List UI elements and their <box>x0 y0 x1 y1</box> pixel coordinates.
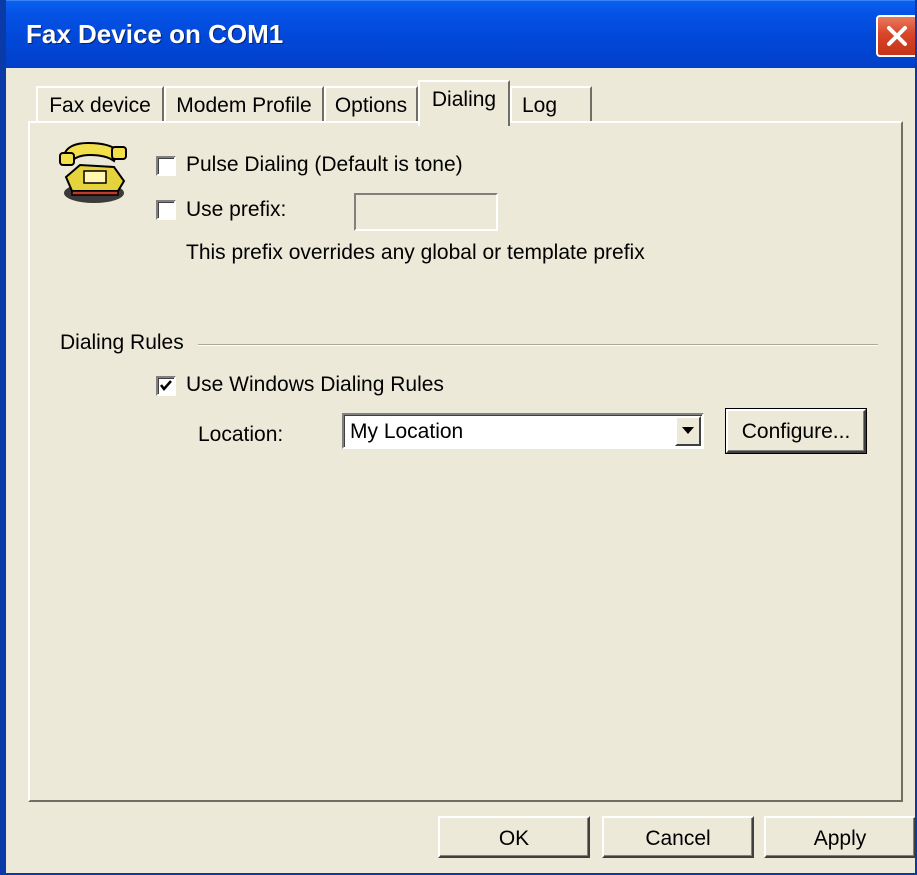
tab-fax-device[interactable]: Fax device <box>36 86 164 122</box>
pulse-dialing-checkbox[interactable] <box>156 156 176 176</box>
window-title: Fax Device on COM1 <box>26 19 284 49</box>
close-button[interactable] <box>876 15 915 57</box>
cancel-button[interactable]: Cancel <box>602 816 754 858</box>
tab-label: Fax device <box>49 94 151 117</box>
configure-button[interactable]: Configure... <box>725 408 867 454</box>
location-value: My Location <box>350 420 464 443</box>
use-windows-dialing-rules-checkbox[interactable] <box>156 376 176 396</box>
apply-button[interactable]: Apply <box>764 816 915 858</box>
title-bar[interactable]: Fax Device on COM1 <box>6 0 915 68</box>
tab-label: Log <box>522 94 558 117</box>
configure-label: Configure... <box>741 420 851 443</box>
dialing-rules-group-label: Dialing Rules <box>60 331 184 354</box>
prefix-note: This prefix overrides any global or temp… <box>186 241 645 264</box>
pulse-dialing-label: Pulse Dialing (Default is tone) <box>186 153 463 176</box>
dialing-panel: Pulse Dialing (Default is tone) Use pref… <box>28 121 903 802</box>
telephone-icon <box>58 137 130 212</box>
tab-label: Options <box>334 94 408 117</box>
tab-label: Dialing <box>431 88 497 111</box>
prefix-input[interactable] <box>354 193 498 231</box>
tab-dialing[interactable]: Dialing <box>418 80 510 126</box>
location-dropdown-button[interactable] <box>675 416 701 446</box>
tab-log[interactable]: Log <box>510 86 592 122</box>
location-label: Location: <box>198 423 284 446</box>
ok-label: OK <box>498 827 530 850</box>
tab-options[interactable]: Options <box>324 86 418 122</box>
ok-button[interactable]: OK <box>438 816 590 858</box>
fax-device-dialog: Fax Device on COM1 Fax device Modem Prof… <box>0 0 917 875</box>
cancel-label: Cancel <box>645 827 711 850</box>
apply-label: Apply <box>813 827 867 850</box>
group-divider <box>198 344 878 346</box>
use-windows-dialing-rules-label: Use Windows Dialing Rules <box>186 373 444 396</box>
tab-modem-profile[interactable]: Modem Profile <box>164 86 324 122</box>
use-prefix-label: Use prefix: <box>186 198 287 221</box>
location-select[interactable]: My Location <box>342 413 704 449</box>
use-prefix-checkbox[interactable] <box>156 200 176 220</box>
tab-label: Modem Profile <box>176 94 312 117</box>
